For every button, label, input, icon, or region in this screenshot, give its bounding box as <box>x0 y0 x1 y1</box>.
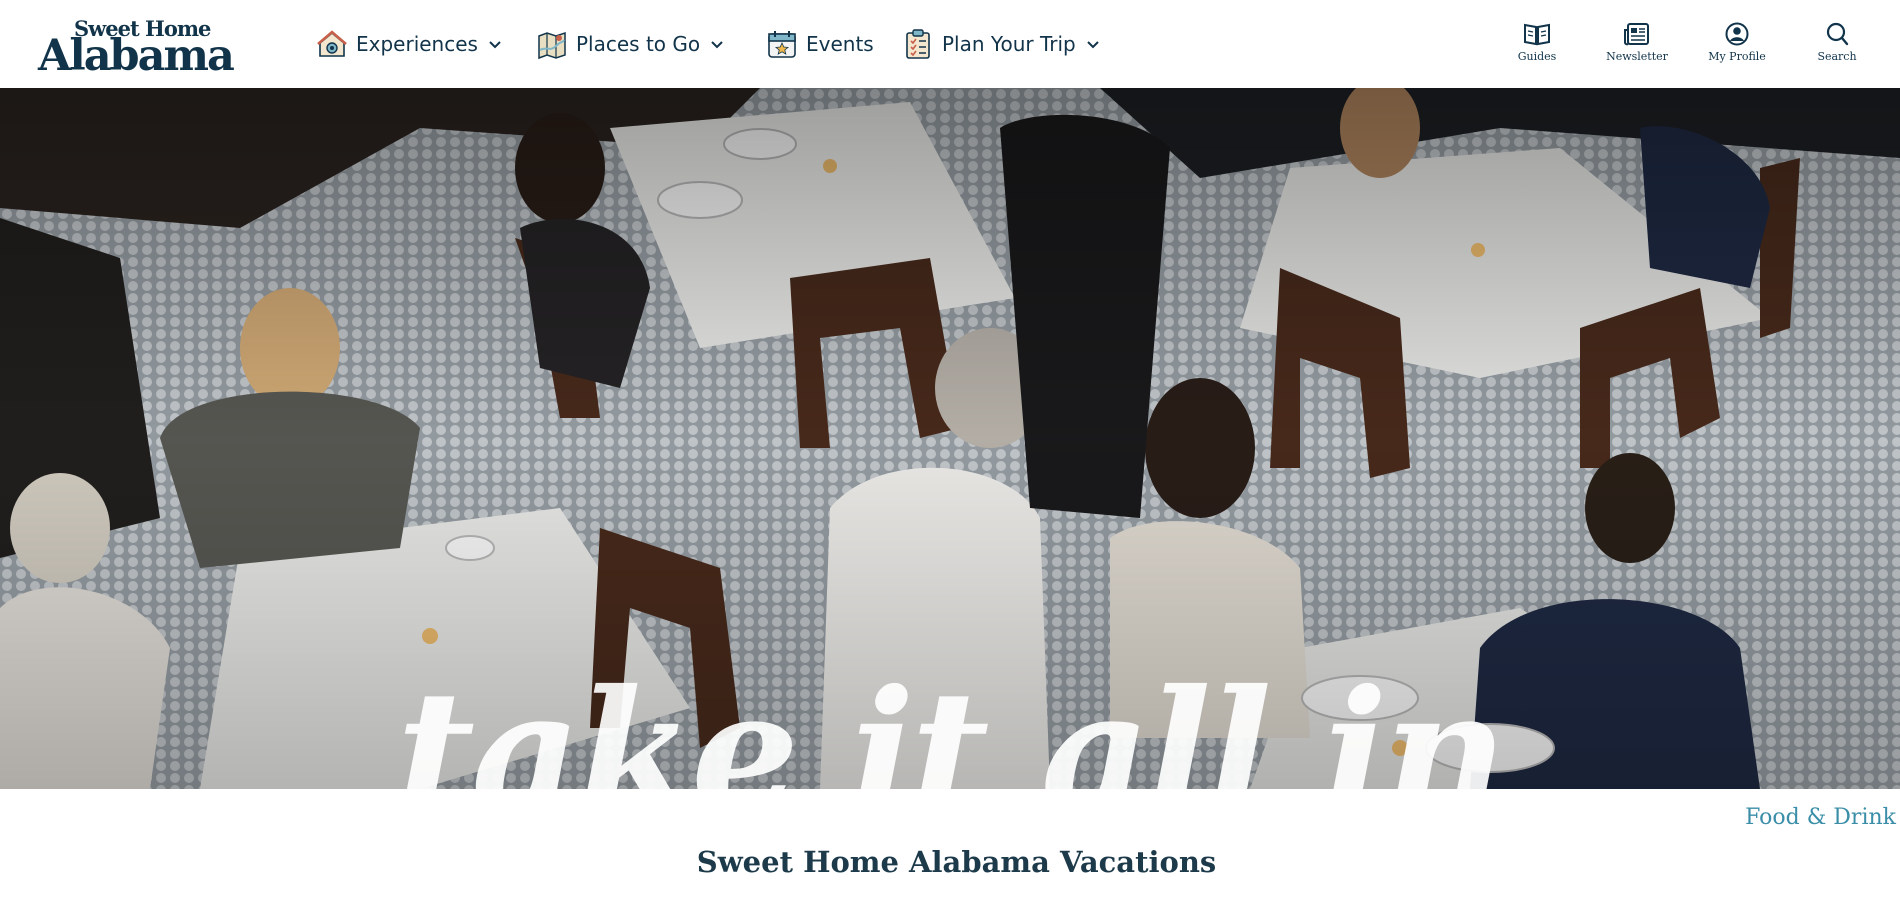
profile-icon <box>1725 22 1749 46</box>
utility-search[interactable]: Search <box>1797 22 1877 63</box>
chevron-down-icon <box>1087 41 1099 49</box>
house-icon <box>317 30 347 57</box>
nav-label: Places to Go <box>576 32 701 56</box>
book-icon <box>1524 23 1550 46</box>
hero-headline: take it all in <box>396 653 1508 789</box>
utility-label: My Profile <box>1708 50 1766 63</box>
logo-line-2: Alabama <box>38 31 235 81</box>
chevron-down-icon <box>489 41 501 49</box>
calendar-icon <box>768 31 796 58</box>
utility-label: Guides <box>1517 50 1557 63</box>
page-title: Sweet Home Alabama Vacations <box>696 845 1217 879</box>
chevron-down-icon <box>711 41 723 49</box>
checklist-icon <box>906 29 930 59</box>
search-icon <box>1826 22 1849 46</box>
nav-label: Plan Your Trip <box>942 32 1076 56</box>
nav-places-to-go[interactable]: Places to Go <box>536 0 724 88</box>
utility-guides[interactable]: Guides <box>1497 22 1577 63</box>
site-header: Sweet Home Alabama Experiences Places to… <box>0 0 1900 88</box>
utility-newsletter[interactable]: Newsletter <box>1597 22 1677 63</box>
utility-label: Newsletter <box>1606 50 1668 63</box>
map-icon <box>538 31 566 60</box>
category-link-food-drink[interactable]: Food & Drink <box>1745 805 1896 830</box>
nav-label: Events <box>806 32 874 56</box>
utility-my-profile[interactable]: My Profile <box>1697 22 1777 63</box>
site-logo[interactable]: Sweet Home Alabama <box>38 14 248 80</box>
utility-label: Search <box>1817 50 1857 63</box>
nav-experiences[interactable]: Experiences <box>316 0 502 88</box>
nav-label: Experiences <box>356 32 478 56</box>
newspaper-icon <box>1624 23 1649 46</box>
nav-plan-your-trip[interactable]: Plan Your Trip <box>902 0 1100 88</box>
nav-events[interactable]: Events <box>766 0 874 88</box>
hero-banner: take it all in <box>0 88 1900 789</box>
